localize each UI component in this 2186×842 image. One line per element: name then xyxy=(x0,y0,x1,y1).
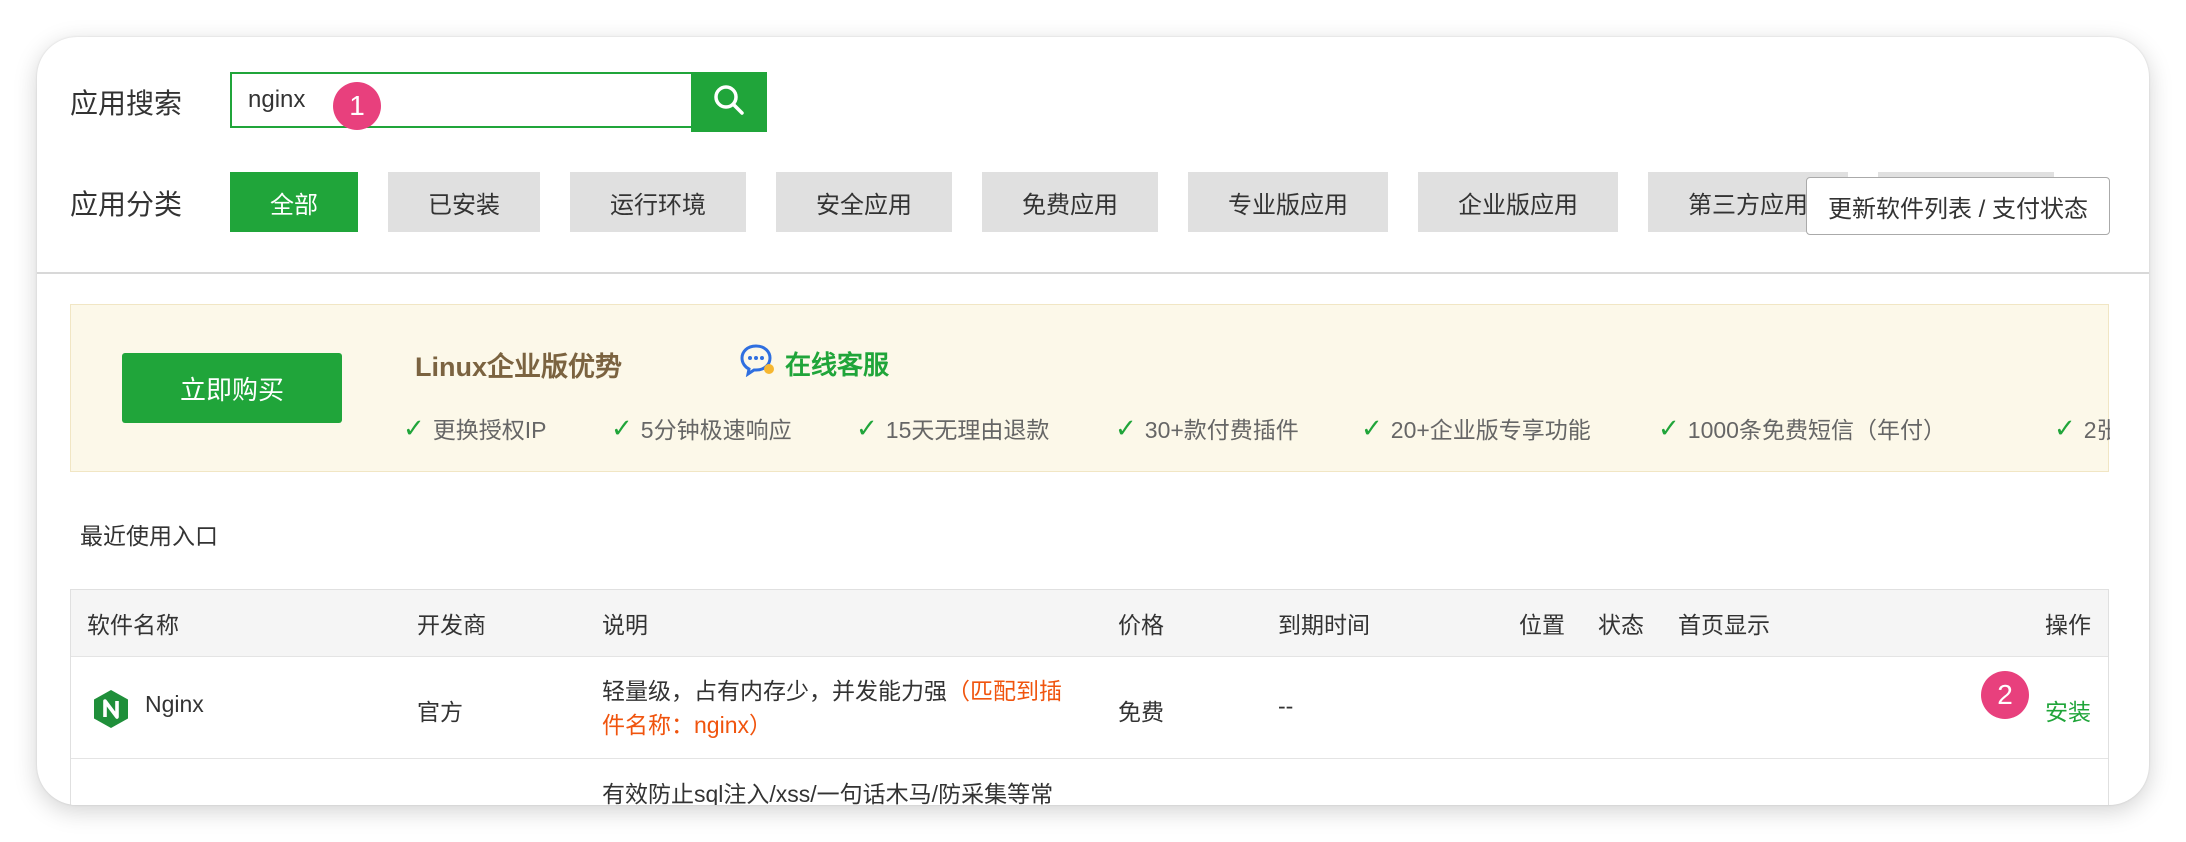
check-icon: ✓ xyxy=(611,412,633,443)
promo-banner: 立即购买 Linux企业版优势 在线客服 ✓ 更换授权IP ✓ 5分钟极速响应 ✓ 1… xyxy=(70,304,2110,472)
match-note: （匹配到插 xyxy=(947,678,1062,704)
feature-item: ✓ 20+企业版专享功能 xyxy=(1361,412,1591,444)
software-name: Nginx xyxy=(145,691,204,717)
table-row: Nginx 官方 轻量级，占有内存少，并发能力强（匹配到插 件名称：nginx）… xyxy=(71,657,2108,759)
header-location: 位置 xyxy=(1519,612,1565,638)
feature-item: ✓ 1000条免费短信（年付） xyxy=(1658,412,1946,444)
software-expiry: -- xyxy=(1278,693,1294,719)
divider xyxy=(37,272,2149,274)
search-icon xyxy=(712,83,746,122)
category-security[interactable]: 安全应用 xyxy=(776,172,952,232)
header-action: 操作 xyxy=(2045,612,2091,638)
software-description: 有效防止sql注入/xss/一句话木马/防采集等常 xyxy=(602,781,1054,805)
feature-item: ✓ 更换授权IP xyxy=(403,412,547,444)
check-icon: ✓ xyxy=(1658,412,1680,443)
header-expiry: 到期时间 xyxy=(1278,612,1370,638)
refresh-list-button[interactable]: 更新软件列表 / 支付状态 xyxy=(1806,177,2110,235)
header-name: 软件名称 xyxy=(87,612,179,638)
feature-item: ✓ 15天无理由退款 xyxy=(856,412,1050,444)
nginx-icon xyxy=(93,689,129,734)
recent-entries-label: 最近使用入口 xyxy=(80,523,218,549)
match-note: 件名称：nginx） xyxy=(602,712,772,738)
search-label: 应用搜索 xyxy=(70,88,183,119)
category-installed[interactable]: 已安装 xyxy=(388,172,540,232)
search-field[interactable] xyxy=(230,72,691,128)
header-status: 状态 xyxy=(1598,612,1644,638)
header-price: 价格 xyxy=(1118,612,1164,638)
software-developer: 官方 xyxy=(417,699,463,725)
chat-bubble-icon xyxy=(739,343,777,384)
step-marker-1: 1 xyxy=(333,82,381,130)
buy-now-button[interactable]: 立即购买 xyxy=(122,353,342,423)
category-enterprise[interactable]: 企业版应用 xyxy=(1418,172,1618,232)
check-icon: ✓ xyxy=(403,412,425,443)
software-table: 软件名称 开发商 说明 价格 到期时间 位置 状态 首页显示 操作 Nginx … xyxy=(70,589,2109,805)
header-description: 说明 xyxy=(602,612,648,638)
online-service-link[interactable]: 在线客服 xyxy=(739,343,889,384)
check-icon: ✓ xyxy=(856,412,878,443)
feature-item: ✓ 30+款付费插件 xyxy=(1115,412,1299,444)
feature-item: ✓2张S xyxy=(2054,412,2110,444)
check-icon: ✓ xyxy=(1361,412,1383,443)
software-price: 免费 xyxy=(1118,699,1164,725)
table-header: 软件名称 开发商 说明 价格 到期时间 位置 状态 首页显示 操作 xyxy=(71,590,2108,657)
category-label: 应用分类 xyxy=(70,189,183,220)
step-marker-2: 2 xyxy=(1981,671,2029,719)
install-button[interactable]: 安装 xyxy=(2045,693,2091,727)
software-description: 轻量级，占有内存少，并发能力强（匹配到插 件名称：nginx） xyxy=(602,674,1102,742)
search-button[interactable] xyxy=(691,72,767,132)
category-all[interactable]: 全部 xyxy=(230,172,358,232)
online-service-label: 在线客服 xyxy=(785,350,890,380)
app-store-panel: 应用搜索 1 应用分类 全部 已安装 运行环境 安全应用 免费应用 专业版应用 … xyxy=(37,37,2149,805)
header-developer: 开发商 xyxy=(417,612,486,638)
category-pro[interactable]: 专业版应用 xyxy=(1188,172,1388,232)
category-free[interactable]: 免费应用 xyxy=(982,172,1158,232)
feature-item: ✓ 5分钟极速响应 xyxy=(611,412,792,444)
header-homepage: 首页显示 xyxy=(1678,612,1770,638)
check-icon: ✓ xyxy=(2054,412,2076,443)
category-runtime[interactable]: 运行环境 xyxy=(570,172,746,232)
promo-title: Linux企业版优势 xyxy=(415,352,622,382)
search-input[interactable] xyxy=(248,74,668,126)
check-icon: ✓ xyxy=(1115,412,1137,443)
table-row: 有效防止sql注入/xss/一句话木马/防采集等常 xyxy=(71,759,2108,805)
